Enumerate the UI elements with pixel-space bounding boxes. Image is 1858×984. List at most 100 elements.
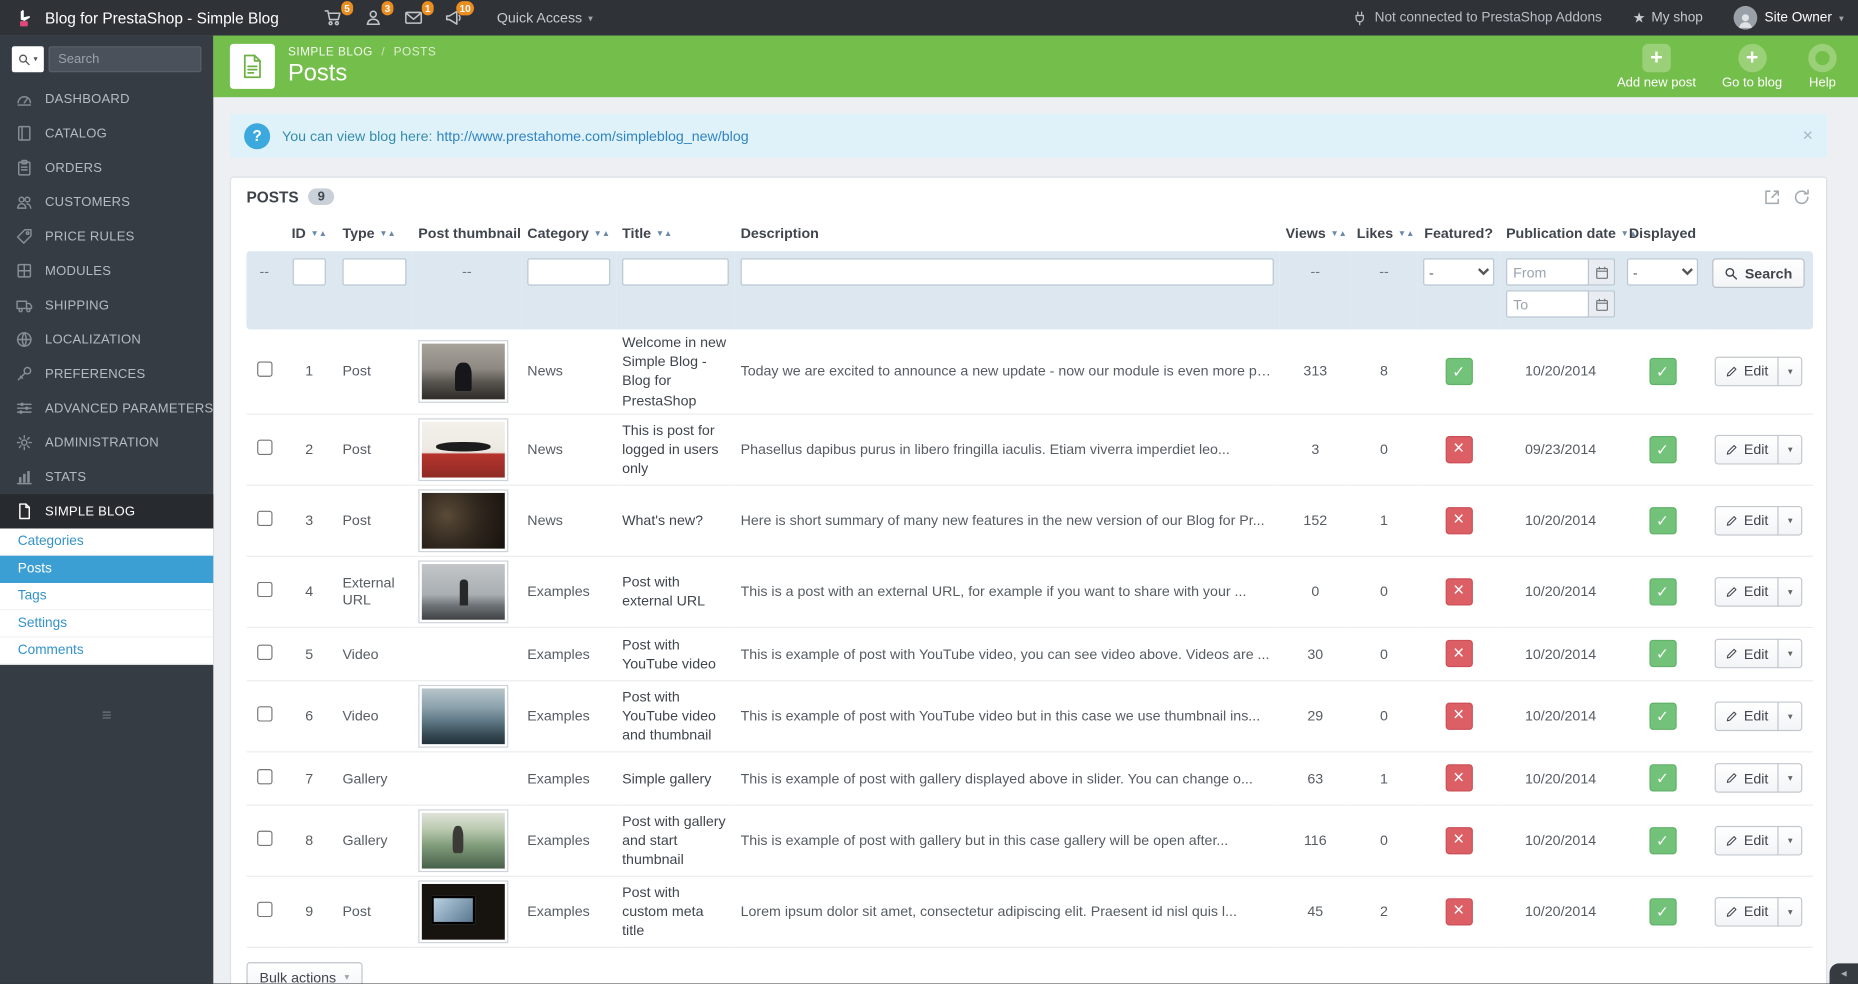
filter-category-input[interactable] [527, 258, 611, 286]
displayed-toggle-button[interactable]: ✓ [1648, 640, 1677, 668]
edit-button[interactable]: Edit [1714, 356, 1780, 387]
collapse-menu-handle[interactable]: ≡ [0, 705, 213, 724]
row-select-checkbox[interactable] [256, 768, 272, 785]
sort-icons[interactable]: ▼▲ [311, 230, 327, 238]
edit-button[interactable]: Edit [1714, 825, 1780, 856]
displayed-toggle-button[interactable]: ✓ [1648, 577, 1677, 606]
edit-dropdown-button[interactable]: ▾ [1777, 505, 1803, 536]
displayed-toggle-button[interactable]: ✓ [1648, 357, 1677, 385]
row-select-checkbox[interactable] [256, 511, 272, 527]
featured-toggle-button[interactable]: ✓ [1445, 357, 1473, 385]
row-select-checkbox[interactable] [256, 706, 272, 722]
sort-icons[interactable]: ▼▲ [594, 230, 610, 238]
edit-dropdown-button[interactable]: ▾ [1777, 763, 1803, 794]
filter-date-from-input[interactable] [1506, 258, 1590, 286]
edit-dropdown-button[interactable]: ▾ [1777, 896, 1803, 927]
close-icon[interactable]: × [1803, 126, 1813, 146]
megaphone-notification[interactable]: 10 [445, 1, 475, 27]
edit-button[interactable]: Edit [1714, 763, 1780, 794]
row-select-checkbox[interactable] [256, 439, 272, 456]
add-new-post-button[interactable]: + Add new post [1617, 43, 1696, 89]
sidebar-item-modules[interactable]: MODULES [0, 254, 213, 288]
edit-dropdown-button[interactable]: ▾ [1777, 825, 1803, 856]
sidebar-item-advanced-parameters[interactable]: ADVANCED PARAMETERS [0, 391, 213, 425]
sidebar-item-shipping[interactable]: SHIPPING [0, 288, 213, 322]
help-button[interactable]: Help [1808, 43, 1837, 89]
filter-search-button[interactable]: Search [1712, 258, 1805, 288]
sidebar-item-administration[interactable]: ADMINISTRATION [0, 425, 213, 459]
row-select-checkbox[interactable] [256, 902, 272, 918]
column-header-likes[interactable]: Likes ▼▲ [1351, 216, 1417, 252]
sort-icons[interactable]: ▼▲ [1330, 230, 1346, 238]
row-select-checkbox[interactable] [256, 361, 272, 378]
displayed-toggle-button[interactable]: ✓ [1648, 702, 1677, 730]
sidebar-subitem-settings[interactable]: Settings [0, 610, 214, 638]
edit-dropdown-button[interactable]: ▾ [1777, 638, 1803, 669]
sidebar-subitem-tags[interactable]: Tags [0, 583, 214, 611]
column-header-publication-date[interactable]: Publication date ▼▲ [1500, 216, 1637, 252]
sidebar-item-price-rules[interactable]: PRICE RULES [0, 219, 213, 253]
corner-collapse-icon[interactable]: ◄ [1829, 963, 1858, 984]
edit-dropdown-button[interactable]: ▾ [1777, 434, 1803, 465]
sidebar-item-customers[interactable]: CUSTOMERS [0, 185, 213, 219]
column-header-views[interactable]: Views ▼▲ [1280, 216, 1351, 252]
column-header-type[interactable]: Type ▼▲ [337, 216, 413, 252]
sidebar-search-input[interactable] [48, 46, 202, 73]
export-icon[interactable] [1763, 188, 1781, 206]
sort-icons[interactable]: ▼▲ [379, 230, 395, 238]
featured-toggle-button[interactable]: × [1445, 577, 1473, 606]
refresh-icon[interactable] [1793, 188, 1811, 206]
filter-featured-select[interactable]: - [1423, 258, 1495, 286]
column-header-id[interactable]: ID ▼▲ [282, 216, 337, 252]
featured-toggle-button[interactable]: × [1445, 702, 1473, 730]
edit-dropdown-button[interactable]: ▾ [1777, 701, 1803, 731]
edit-dropdown-button[interactable]: ▾ [1777, 356, 1803, 387]
filter-displayed-select[interactable]: - [1626, 258, 1699, 286]
calendar-icon[interactable] [1589, 290, 1616, 318]
go-to-blog-button[interactable]: + Go to blog [1722, 43, 1782, 89]
filter-date-to-input[interactable] [1506, 290, 1590, 318]
blog-link[interactable]: http://www.prestahome.com/simpleblog_new… [436, 127, 748, 144]
sidebar-subitem-comments[interactable]: Comments [0, 638, 214, 665]
filter-title-input[interactable] [622, 258, 729, 286]
sort-icons[interactable]: ▼▲ [1398, 230, 1414, 238]
featured-toggle-button[interactable]: × [1445, 826, 1473, 855]
sidebar-item-catalog[interactable]: CATALOG [0, 116, 213, 150]
edit-button[interactable]: Edit [1714, 576, 1780, 607]
edit-dropdown-button[interactable]: ▾ [1777, 576, 1803, 607]
row-select-checkbox[interactable] [256, 582, 272, 598]
featured-toggle-button[interactable]: × [1445, 435, 1473, 464]
quick-access-menu[interactable]: Quick Access ▾ [497, 9, 593, 26]
calendar-icon[interactable] [1589, 258, 1616, 286]
edit-button[interactable]: Edit [1714, 434, 1780, 465]
edit-button[interactable]: Edit [1714, 701, 1780, 731]
addons-status[interactable]: Not connected to PrestaShop Addons [1352, 10, 1602, 25]
column-header-title[interactable]: Title ▼▲ [616, 216, 734, 252]
edit-button[interactable]: Edit [1714, 638, 1780, 669]
edit-button[interactable]: Edit [1714, 505, 1780, 536]
displayed-toggle-button[interactable]: ✓ [1648, 506, 1677, 535]
column-header-category[interactable]: Category ▼▲ [521, 216, 616, 252]
featured-toggle-button[interactable]: × [1445, 640, 1473, 668]
displayed-toggle-button[interactable]: ✓ [1648, 764, 1677, 792]
filter-id-input[interactable] [292, 258, 326, 286]
sidebar-item-dashboard[interactable]: DASHBOARD [0, 82, 213, 116]
messages-notification[interactable]: 1 [404, 1, 435, 27]
cart-notification[interactable]: 5 [324, 1, 354, 27]
sidebar-item-preferences[interactable]: PREFERENCES [0, 357, 213, 391]
my-shop-link[interactable]: ★ My shop [1633, 9, 1703, 26]
customers-notification[interactable]: 3 [364, 1, 394, 27]
sort-icons[interactable]: ▼▲ [656, 230, 672, 238]
displayed-toggle-button[interactable]: ✓ [1648, 897, 1677, 926]
featured-toggle-button[interactable]: × [1445, 897, 1473, 926]
sidebar-item-orders[interactable]: ORDERS [0, 150, 213, 184]
sidebar-item-simple-blog[interactable]: SIMPLE BLOG [0, 494, 214, 529]
sidebar-item-stats[interactable]: STATS [0, 460, 213, 494]
sidebar-subitem-posts[interactable]: Posts [0, 555, 214, 583]
filter-type-input[interactable] [342, 258, 407, 286]
bulk-actions-button[interactable]: Bulk actions ▾ [246, 961, 363, 984]
sidebar-subitem-categories[interactable]: Categories [0, 528, 214, 556]
sidebar-item-localization[interactable]: LOCALIZATION [0, 322, 213, 356]
row-select-checkbox[interactable] [256, 644, 272, 660]
featured-toggle-button[interactable]: × [1445, 764, 1473, 792]
